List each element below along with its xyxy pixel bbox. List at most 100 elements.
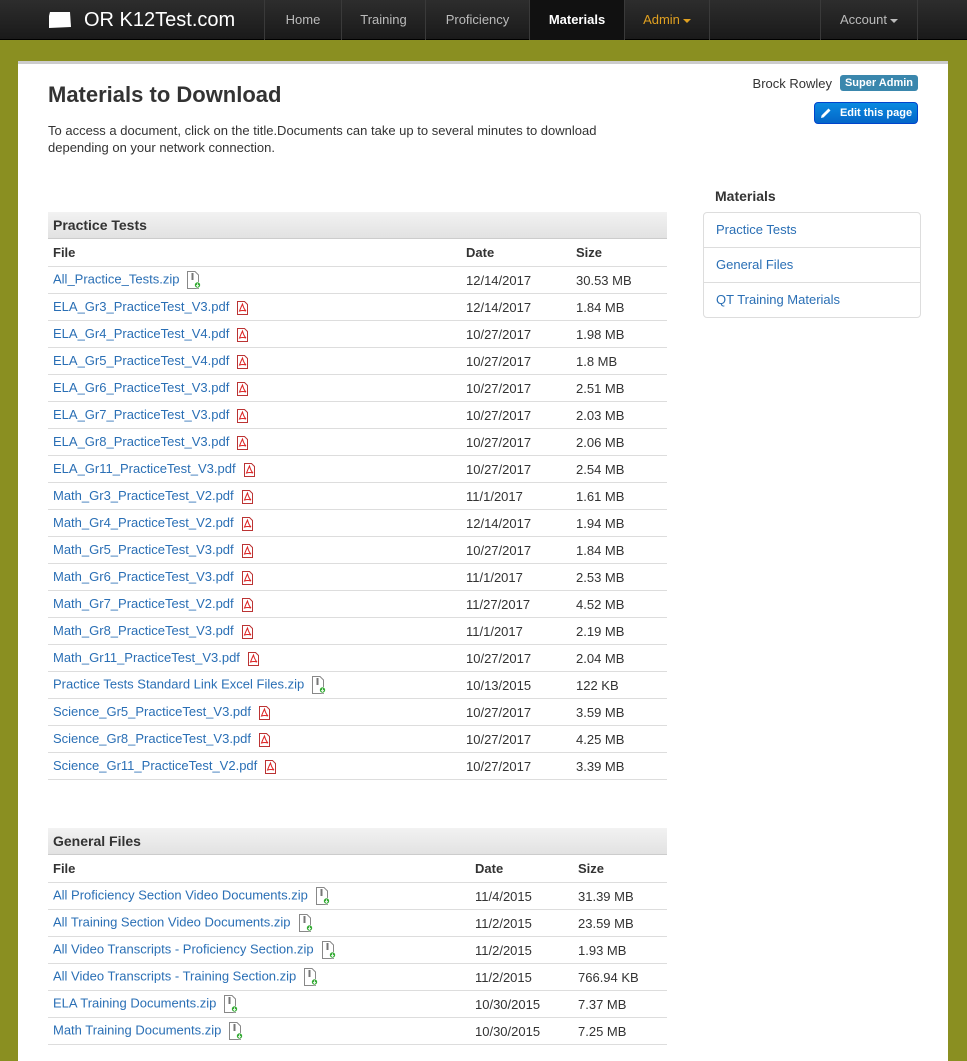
file-download-link[interactable]: Math_Gr8_PracticeTest_V3.pdf [53, 623, 234, 638]
brand-link[interactable]: OR K12Test.com [48, 7, 235, 33]
table-row: Math_Gr7_PracticeTest_V2.pdf 11/27/2017 4.… [48, 590, 667, 618]
size-cell: 2.03 MB [571, 401, 667, 429]
pdf-file-icon [241, 489, 253, 504]
zip-file-icon [315, 887, 330, 905]
table-row: Science_Gr11_PracticeTest_V2.pdf 10/27/20… [48, 752, 667, 780]
file-download-link[interactable]: Math_Gr6_PracticeTest_V3.pdf [53, 569, 234, 584]
file-download-link[interactable]: Math_Gr4_PracticeTest_V2.pdf [53, 515, 234, 530]
table-row: All Video Transcripts - Training Section… [48, 963, 667, 991]
role-badge: Super Admin [839, 75, 918, 91]
file-download-link[interactable]: ELA_Gr5_PracticeTest_V4.pdf [53, 353, 229, 368]
pdf-file-icon [259, 732, 270, 747]
table-row: ELA_Gr8_PracticeTest_V3.pdf 10/27/2017 2.0… [48, 428, 667, 456]
size-cell: 1.98 MB [571, 320, 667, 348]
file-download-link[interactable]: Math Training Documents.zip [53, 1022, 221, 1037]
pdf-file-icon [241, 597, 253, 612]
general-files-table: File Date Size All Proficiency Section V… [48, 855, 667, 1045]
table-row: ELA_Gr4_PracticeTest_V4.pdf 10/27/2017 1.9… [48, 320, 667, 348]
date-cell: 11/4/2015 [470, 882, 573, 910]
size-cell: 4.25 MB [571, 725, 667, 753]
file-cell: Math Training Documents.zip [48, 1017, 470, 1045]
file-cell: Math_Gr6_PracticeTest_V3.pdf [48, 563, 461, 591]
nav-training[interactable]: Training [341, 0, 425, 40]
table-row: Practice Tests Standard Link Excel Files… [48, 671, 667, 699]
size-cell: 2.54 MB [571, 455, 667, 483]
date-cell: 10/30/2015 [470, 1017, 573, 1045]
sidebar-title: Materials [715, 188, 776, 204]
intro-text: To access a document, click on the title… [48, 123, 597, 155]
file-download-link[interactable]: All_Practice_Tests.zip [53, 271, 179, 286]
table-row: All Training Section Video Documents.zip… [48, 909, 667, 937]
date-cell: 12/14/2017 [461, 509, 571, 537]
nav-home[interactable]: Home [264, 0, 341, 40]
file-download-link[interactable]: All Training Section Video Documents.zip [53, 914, 291, 929]
date-cell: 10/30/2015 [470, 990, 573, 1018]
size-cell: 2.04 MB [571, 644, 667, 672]
file-cell: Science_Gr11_PracticeTest_V2.pdf [48, 752, 461, 780]
sidebar-item-general-files[interactable]: General Files [704, 248, 920, 283]
practice-tests-section: Practice Tests File Date Size All_Practi… [48, 212, 667, 780]
main-panel: Materials to Download To access a docume… [18, 61, 948, 1061]
file-download-link[interactable]: All Video Transcripts - Training Section… [53, 968, 296, 983]
sidebar-item-qt-training[interactable]: QT Training Materials [704, 283, 920, 317]
date-cell: 10/27/2017 [461, 347, 571, 375]
date-cell: 11/1/2017 [461, 617, 571, 645]
nav-account-dropdown[interactable]: Account [820, 0, 918, 40]
file-cell: All Video Transcripts - Training Section… [48, 963, 470, 991]
date-cell: 10/27/2017 [461, 374, 571, 402]
file-download-link[interactable]: ELA Training Documents.zip [53, 995, 216, 1010]
file-download-link[interactable]: Science_Gr11_PracticeTest_V2.pdf [53, 758, 257, 773]
size-cell: 3.59 MB [571, 698, 667, 726]
zip-file-icon [224, 995, 239, 1013]
file-download-link[interactable]: Math_Gr5_PracticeTest_V3.pdf [53, 542, 234, 557]
file-download-link[interactable]: ELA_Gr11_PracticeTest_V3.pdf [53, 461, 236, 476]
pdf-file-icon [241, 570, 253, 585]
file-cell: ELA_Gr8_PracticeTest_V3.pdf [48, 428, 461, 456]
section-title: General Files [48, 828, 667, 855]
file-download-link[interactable]: ELA_Gr4_PracticeTest_V4.pdf [53, 326, 229, 341]
file-download-link[interactable]: All Proficiency Section Video Documents.… [53, 887, 308, 902]
file-cell: Science_Gr5_PracticeTest_V3.pdf [48, 698, 461, 726]
edit-page-label: Edit this page [839, 107, 913, 119]
top-navbar: OR K12Test.com Home Training Proficiency… [0, 0, 967, 40]
brand-text: OR K12Test.com [84, 8, 236, 31]
file-cell: ELA_Gr11_PracticeTest_V3.pdf [48, 455, 461, 483]
zip-file-icon [229, 1022, 244, 1040]
sidebar-item-practice-tests[interactable]: Practice Tests [704, 213, 920, 248]
file-download-link[interactable]: ELA_Gr3_PracticeTest_V3.pdf [53, 299, 229, 314]
size-cell: 2.51 MB [571, 374, 667, 402]
column-header-date: Date [470, 855, 573, 883]
nav-admin-dropdown[interactable]: Admin [624, 0, 710, 40]
practice-tests-body: All_Practice_Tests.zip 12/14/2017 30.53 MB… [48, 266, 667, 780]
pdf-file-icon [237, 354, 249, 369]
table-row: ELA_Gr3_PracticeTest_V3.pdf 12/14/2017 1.8… [48, 293, 667, 321]
nav-materials[interactable]: Materials [529, 0, 624, 40]
file-download-link[interactable]: Math_Gr3_PracticeTest_V2.pdf [53, 488, 234, 503]
column-header-size: Size [571, 239, 667, 267]
pdf-file-icon [265, 759, 277, 774]
table-row: ELA_Gr5_PracticeTest_V4.pdf 10/27/2017 1.8… [48, 347, 667, 375]
file-download-link[interactable]: Science_Gr8_PracticeTest_V3.pdf [53, 731, 251, 746]
file-download-link[interactable]: ELA_Gr8_PracticeTest_V3.pdf [53, 434, 229, 449]
size-cell: 7.25 MB [573, 1017, 667, 1045]
table-row: Math_Gr6_PracticeTest_V3.pdf 11/1/2017 2.5… [48, 563, 667, 591]
oregon-state-icon [49, 12, 71, 28]
file-download-link[interactable]: ELA_Gr6_PracticeTest_V3.pdf [53, 380, 229, 395]
file-download-link[interactable]: All Video Transcripts - Proficiency Sect… [53, 941, 314, 956]
nav-proficiency[interactable]: Proficiency [425, 0, 529, 40]
size-cell: 1.94 MB [571, 509, 667, 537]
date-cell: 10/27/2017 [461, 428, 571, 456]
edit-page-button[interactable]: Edit this page [814, 102, 918, 124]
file-download-link[interactable]: Math_Gr11_PracticeTest_V3.pdf [53, 650, 240, 665]
table-row: ELA_Gr7_PracticeTest_V3.pdf 10/27/2017 2.0… [48, 401, 667, 429]
date-cell: 10/27/2017 [461, 752, 571, 780]
date-cell: 10/27/2017 [461, 698, 571, 726]
file-download-link[interactable]: ELA_Gr7_PracticeTest_V3.pdf [53, 407, 229, 422]
pdf-file-icon [237, 300, 249, 315]
size-cell: 23.59 MB [573, 909, 667, 937]
file-download-link[interactable]: Science_Gr5_PracticeTest_V3.pdf [53, 704, 251, 719]
file-download-link[interactable]: Math_Gr7_PracticeTest_V2.pdf [53, 596, 234, 611]
file-download-link[interactable]: Practice Tests Standard Link Excel Files… [53, 676, 304, 691]
size-cell: 1.84 MB [571, 536, 667, 564]
size-cell: 3.39 MB [571, 752, 667, 780]
